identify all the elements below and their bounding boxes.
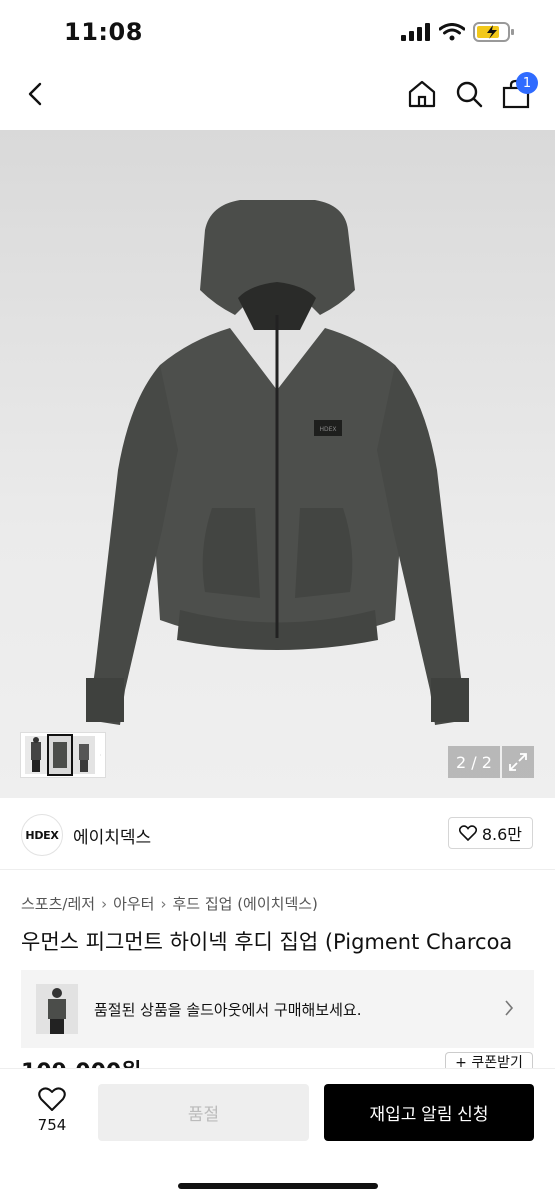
status-icons <box>401 22 515 42</box>
heart-icon <box>458 825 477 841</box>
brand-like-button[interactable]: 8.6만 <box>447 817 533 849</box>
breadcrumb-item[interactable]: 후드 집업 (에이치덱스) <box>172 893 317 914</box>
chevron-left-icon <box>28 82 42 106</box>
brand-name[interactable]: 에이치덱스 <box>73 823 151 848</box>
thumbnail-2[interactable] <box>47 734 73 776</box>
thumbnail-model-image <box>31 737 41 772</box>
home-icon <box>408 80 436 108</box>
wifi-icon <box>439 23 465 41</box>
chevron-right-icon: › <box>101 894 108 913</box>
thumbnail-1[interactable] <box>25 736 47 774</box>
soldout-banner[interactable]: 품절된 상품을 솔드아웃에서 구매해보세요. <box>21 970 534 1048</box>
search-icon <box>456 81 483 108</box>
thumbnail-hoodie-image <box>53 742 67 768</box>
heart-icon <box>38 1087 66 1111</box>
image-counter: 2 / 2 <box>448 746 500 778</box>
hoodie-image: HDEX <box>86 200 469 725</box>
wishlist-button[interactable]: 754 <box>28 1087 76 1134</box>
breadcrumb-item[interactable]: 아우터 <box>113 893 154 914</box>
brand-like-count: 8.6만 <box>481 825 522 844</box>
cart-button[interactable]: 1 <box>496 72 538 114</box>
search-button[interactable] <box>449 74 489 114</box>
thumbnail-model-image <box>79 744 89 772</box>
battery-icon <box>473 22 514 42</box>
expand-button[interactable] <box>502 746 534 778</box>
status-bar: 11:08 <box>0 0 555 62</box>
breadcrumb: 스포츠/레저 › 아우터 › 후드 집업 (에이치덱스) <box>21 893 318 914</box>
chevron-right-icon <box>505 1000 514 1016</box>
banner-text: 품절된 상품을 솔드아웃에서 구매해보세요. <box>94 1000 362 1019</box>
expand-icon <box>509 753 527 771</box>
bottom-action-bar: 754 품절 재입고 알림 신청 <box>0 1068 555 1200</box>
soldout-button: 품절 <box>98 1084 309 1141</box>
product-title: 우먼스 피그먼트 하이넥 후디 집업 (Pigment Charcoa <box>21 930 513 954</box>
restock-alert-button[interactable]: 재입고 알림 신청 <box>324 1084 534 1141</box>
back-button[interactable] <box>16 74 56 114</box>
chevron-right-icon <box>100 754 101 756</box>
chevron-right-icon: › <box>160 894 167 913</box>
chest-patch-text: HDEX <box>319 426 336 433</box>
product-image-gallery[interactable]: HDEX 2 / 2 <box>0 130 555 798</box>
signal-icon <box>401 23 430 41</box>
thumbnail-strip[interactable] <box>20 732 106 778</box>
breadcrumb-item[interactable]: 스포츠/레저 <box>21 893 95 914</box>
status-time: 11:08 <box>64 18 143 46</box>
home-indicator <box>178 1183 378 1189</box>
cart-count-badge: 1 <box>516 72 538 94</box>
home-button[interactable] <box>402 74 442 114</box>
banner-thumbnail <box>36 984 78 1034</box>
brand-row[interactable]: HDEX 에이치덱스 8.6만 <box>0 798 555 870</box>
banner-model-image <box>48 988 66 1034</box>
thumbnail-3[interactable] <box>73 736 95 774</box>
brand-logo[interactable]: HDEX <box>21 814 63 856</box>
top-nav: 1 <box>0 62 555 130</box>
wishlist-count: 754 <box>37 1116 67 1134</box>
